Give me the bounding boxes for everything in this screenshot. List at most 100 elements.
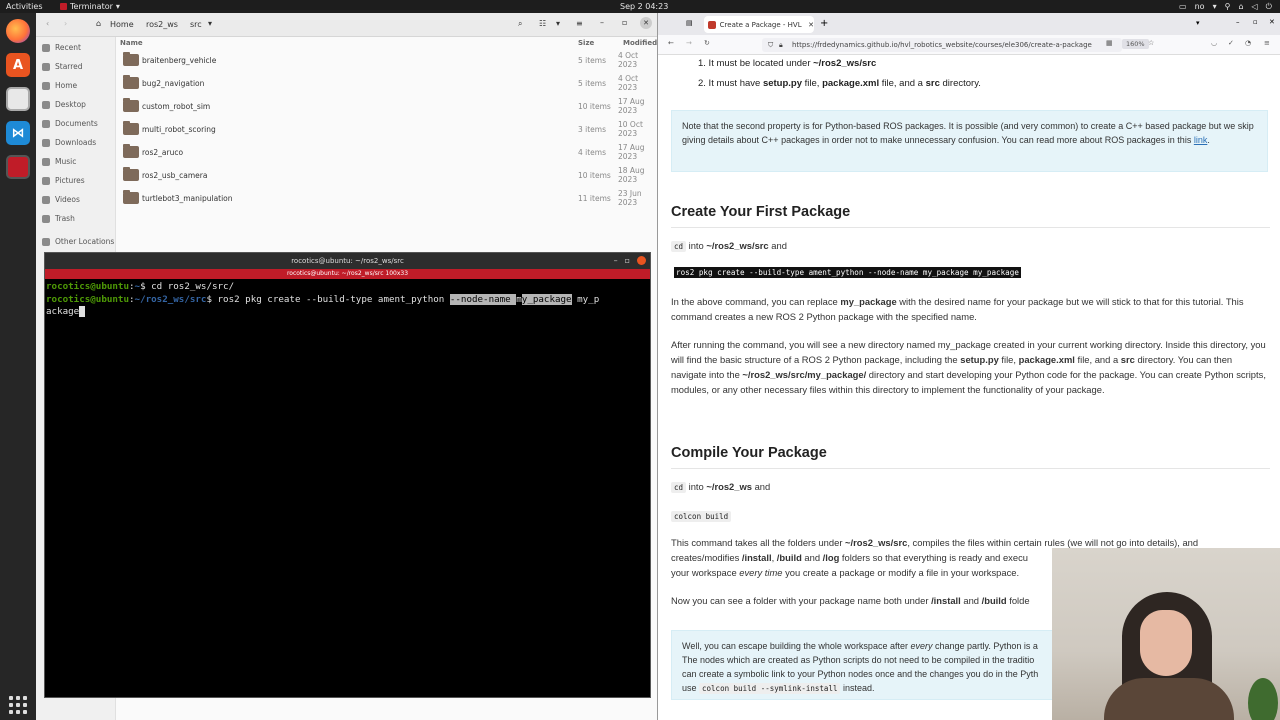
minimize-icon[interactable]: –	[1236, 18, 1240, 26]
firefox-icon[interactable]	[6, 19, 30, 43]
file-row[interactable]: bug2_navigation 5 items 4 Oct 2023	[116, 72, 657, 94]
code-block[interactable]: ros2 pkg create --build-type ament_pytho…	[674, 267, 1021, 278]
file-row[interactable]: multi_robot_scoring 3 items 10 Oct 2023	[116, 118, 657, 140]
forward-icon[interactable]: →	[686, 39, 692, 47]
tab-list-icon[interactable]: ▤	[686, 19, 693, 27]
sidebar-item-videos[interactable]: Videos	[42, 195, 80, 204]
forward-icon[interactable]: ›	[64, 19, 67, 28]
reader-view-icon[interactable]: ▦	[1106, 39, 1113, 47]
close-icon[interactable]: ✕	[640, 17, 652, 29]
vscode-icon[interactable]: ⋈	[6, 121, 30, 145]
clock[interactable]: Sep 2 04:23	[620, 2, 668, 11]
close-icon[interactable]: ✕	[1269, 18, 1275, 26]
sidebar-item-starred[interactable]: Starred	[42, 62, 83, 71]
sidebar-item-recent[interactable]: Recent	[42, 43, 81, 52]
instruction-text: cd into ~/ros2_ws/src and	[671, 238, 1268, 254]
sidebar-item-documents[interactable]: Documents	[42, 119, 98, 128]
hamburger-menu-icon[interactable]: ≡	[576, 19, 583, 28]
pictures-icon	[42, 176, 50, 185]
browser-tabbar: ▤ Create a Package - HVL Robo ✕ + ▾ – ▫ …	[658, 13, 1280, 35]
account-icon[interactable]: ◔	[1245, 39, 1251, 47]
breadcrumb-src[interactable]: src	[190, 20, 202, 29]
pocket-icon[interactable]: ◡	[1211, 39, 1217, 47]
terminal-title: rocotics@ubuntu: ~/ros2_ws/src	[291, 257, 404, 265]
sidebar-item-music[interactable]: Music	[42, 157, 76, 166]
sidebar-item-trash[interactable]: Trash	[42, 214, 75, 223]
sidebar-item-desktop[interactable]: Desktop	[42, 100, 86, 109]
address-bar[interactable]: ⛉ 🔒︎ https://frdedynamics.github.io/hvl_…	[762, 38, 1122, 52]
browser-tab[interactable]: Create a Package - HVL Robo ✕	[704, 16, 814, 33]
maximize-icon[interactable]: ▫	[1253, 18, 1258, 26]
back-icon[interactable]: ←	[668, 39, 674, 47]
folder-icon	[123, 75, 139, 89]
terminal-titlebar[interactable]: rocotics@ubuntu: ~/ros2_ws/src – ▫	[45, 253, 650, 269]
section-heading: Create Your First Package	[671, 204, 851, 220]
presenter-face-shape	[1140, 610, 1192, 676]
terminator-icon[interactable]	[6, 155, 30, 179]
section-heading: Compile Your Package	[671, 445, 827, 461]
chevron-down-icon[interactable]: ▾	[208, 19, 212, 28]
breadcrumb-ros2-ws[interactable]: ros2_ws	[146, 20, 178, 29]
zoom-level[interactable]: 160%	[1122, 39, 1149, 49]
terminal-window[interactable]: rocotics@ubuntu: ~/ros2_ws/src – ▫ rocot…	[44, 252, 651, 698]
browser-toolbar: ← → ↻ ⛉ 🔒︎ https://frdedynamics.github.i…	[658, 35, 1280, 55]
sidebar-item-other-locations[interactable]: Other Locations	[42, 237, 114, 246]
plant-shape	[1248, 678, 1278, 720]
reload-icon[interactable]: ↻	[704, 39, 710, 47]
file-row[interactable]: braitenberg_vehicle 5 items 4 Oct 2023	[116, 49, 657, 71]
maximize-icon[interactable]: ▫	[622, 18, 627, 27]
folder-icon	[123, 190, 139, 204]
power-icon[interactable]: ⏻	[1266, 2, 1272, 12]
back-icon[interactable]: ‹	[46, 19, 49, 28]
accessibility-icon[interactable]: ⚲	[1225, 2, 1231, 11]
minimize-icon[interactable]: –	[600, 18, 604, 27]
bookmark-star-icon[interactable]: ☆	[1148, 39, 1154, 47]
info-note: Note that the second property is for Pyt…	[671, 110, 1268, 172]
maximize-icon[interactable]: ▫	[625, 256, 630, 265]
plus-icon	[42, 237, 50, 246]
sort-menu-icon[interactable]: ▾	[556, 19, 560, 28]
volume-icon[interactable]: ◁	[1252, 2, 1258, 11]
network-icon[interactable]: ⌂	[1238, 2, 1243, 11]
file-row[interactable]: ros2_usb_camera 10 items 18 Aug 2023	[116, 164, 657, 186]
close-icon[interactable]	[637, 256, 646, 265]
chevron-down-icon[interactable]: ▾	[1196, 19, 1200, 27]
file-row[interactable]: custom_robot_sim 10 items 17 Aug 2023	[116, 95, 657, 117]
sidebar-item-home[interactable]: Home	[42, 81, 77, 90]
display-icon[interactable]: ▭	[1179, 2, 1187, 11]
app-menu[interactable]: Terminator ▾	[60, 2, 120, 11]
close-tab-icon[interactable]: ✕	[808, 21, 814, 29]
column-header-name[interactable]: Name	[120, 39, 143, 47]
keyboard-layout[interactable]: no	[1195, 2, 1205, 11]
activities-button[interactable]: Activities	[0, 2, 60, 11]
new-tab-icon[interactable]: +	[820, 18, 828, 29]
menu-icon[interactable]: ≡	[1264, 39, 1270, 47]
minimize-icon[interactable]: –	[614, 256, 618, 265]
column-header-size[interactable]: Size	[578, 39, 594, 47]
app-center-icon[interactable]: A	[6, 53, 30, 77]
app-menu-label: Terminator	[70, 2, 113, 11]
instruction-text: cd into ~/ros2_ws and	[671, 479, 1268, 495]
terminal-output[interactable]: rocotics@ubuntu:~$ cd ros2_ws/src/ rocot…	[45, 279, 650, 321]
home-icon[interactable]: ⌂	[96, 19, 101, 28]
clock-icon	[42, 43, 50, 52]
search-icon[interactable]: ⌕	[518, 19, 522, 29]
extension-icon[interactable]: ✓	[1228, 39, 1234, 47]
ros-packages-link[interactable]: link	[1194, 135, 1208, 145]
column-header-modified[interactable]: Modified	[623, 39, 657, 47]
terminal-tab[interactable]: rocotics@ubuntu: ~/ros2_ws/src 100x33	[45, 269, 650, 279]
presenter-body-shape	[1104, 678, 1234, 720]
breadcrumb-home[interactable]: Home	[110, 20, 134, 29]
view-grid-icon[interactable]: ☷	[539, 19, 546, 28]
show-apps-icon[interactable]	[9, 696, 27, 714]
file-row[interactable]: turtlebot3_manipulation 11 items 23 Jun 20…	[116, 187, 657, 209]
chevron-down-icon: ▾	[1212, 2, 1217, 11]
webcam-overlay	[1052, 548, 1280, 720]
lock-icon: 🔒︎	[779, 41, 783, 49]
sidebar-item-downloads[interactable]: Downloads	[42, 138, 96, 147]
files-icon[interactable]	[6, 87, 30, 111]
file-row[interactable]: ros2_aruco 4 items 17 Aug 2023	[116, 141, 657, 163]
dock: A ⋈	[0, 13, 36, 720]
folder-icon	[123, 52, 139, 66]
sidebar-item-pictures[interactable]: Pictures	[42, 176, 85, 185]
